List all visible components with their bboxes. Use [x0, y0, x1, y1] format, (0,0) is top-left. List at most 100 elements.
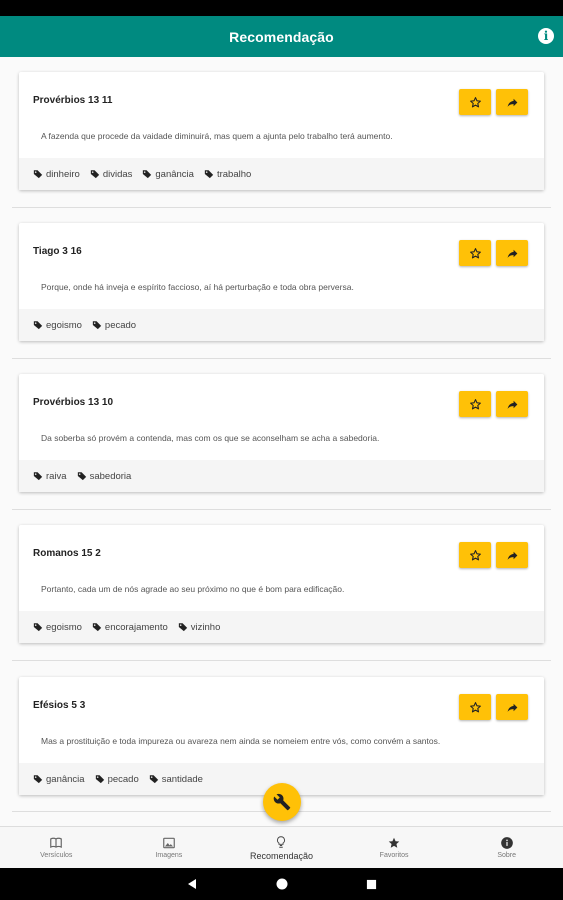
verse-card: Tiago 3 16 Porque, onde há inveja e espí…: [19, 223, 544, 341]
favorite-button[interactable]: [459, 391, 491, 417]
share-arrow-icon: [507, 551, 517, 560]
nav-item-imagens[interactable]: Imagens: [113, 827, 226, 868]
tag-icon: [92, 623, 102, 632]
nav-label: Favoritos: [379, 852, 409, 859]
share-button[interactable]: [496, 391, 528, 417]
tag-list: egoismo pecado: [19, 309, 544, 341]
tag-chip[interactable]: trabalho: [204, 169, 251, 180]
tag-list: egoismo encorajamento vizinho: [19, 611, 544, 643]
share-button[interactable]: [496, 89, 528, 115]
tag-label: egoismo: [46, 319, 82, 331]
system-navigation-bar: [0, 868, 563, 900]
verse-text: Porque, onde há inveja e espírito faccio…: [41, 282, 354, 292]
verse-card: Provérbios 13 11 A fazenda que procede d…: [19, 72, 544, 190]
favorite-button[interactable]: [459, 542, 491, 568]
verse-text: Da soberba só provém a contenda, mas com…: [41, 433, 380, 443]
nav-label: Recomendação: [249, 850, 313, 861]
nav-label: Imagens: [155, 852, 183, 859]
tag-chip[interactable]: pecado: [95, 774, 139, 785]
tag-chip[interactable]: vizinho: [178, 622, 220, 633]
tag-label: pecado: [104, 319, 137, 331]
share-button[interactable]: [496, 240, 528, 266]
nav-item-recomendacao[interactable]: Recomendação: [225, 827, 338, 868]
tag-list: raiva sabedoria: [19, 460, 544, 492]
divider: [12, 358, 551, 359]
share-button[interactable]: [496, 694, 528, 720]
verse-text: A fazenda que procede da vaidade diminui…: [41, 131, 393, 141]
nav-item-versiculos[interactable]: Versículos: [0, 827, 113, 868]
tag-label: pecado: [107, 773, 139, 785]
favorite-button[interactable]: [459, 89, 491, 115]
page-title: Recomendação: [229, 28, 334, 45]
info-icon[interactable]: i: [538, 28, 554, 44]
tag-label: ganância: [155, 168, 194, 180]
tag-icon: [149, 775, 158, 784]
tag-chip[interactable]: ganância: [33, 774, 85, 785]
tag-icon: [143, 170, 152, 179]
share-arrow-icon: [507, 703, 517, 712]
tag-icon: [33, 170, 43, 179]
verse-card: Efésios 5 3 Mas a prostituição e toda im…: [19, 677, 544, 795]
tag-chip[interactable]: encorajamento: [92, 622, 168, 633]
tag-label: ganância: [46, 773, 85, 785]
tag-icon: [90, 170, 99, 179]
tag-list: dinheiro dividas ganância trabalho: [19, 158, 544, 190]
share-button[interactable]: [496, 542, 528, 568]
nav-label: Sobre: [497, 852, 517, 859]
nav-item-favoritos[interactable]: Favoritos: [338, 827, 451, 868]
verse-reference: Provérbios 13 10: [33, 397, 114, 408]
divider: [12, 660, 551, 661]
tag-icon: [33, 775, 43, 784]
star-outline-icon: [469, 96, 481, 107]
tag-icon: [33, 472, 43, 481]
verse-card: Provérbios 13 10 Da soberba só provém a …: [19, 374, 544, 492]
verse-reference: Tiago 3 16: [33, 246, 82, 257]
info-icon: [500, 837, 513, 849]
tag-chip[interactable]: pecado: [92, 320, 136, 331]
tag-label: egoismo: [46, 621, 82, 633]
tag-label: sabedoria: [89, 470, 132, 482]
tag-label: dividas: [102, 168, 133, 180]
verse-reference: Efésios 5 3: [33, 700, 86, 711]
bottom-navigation: Versículos Imagens Recomendação Favorito…: [0, 826, 563, 868]
tag-icon: [204, 170, 214, 179]
tag-chip[interactable]: dividas: [90, 168, 133, 180]
verse-text: Mas a prostituição e toda impureza ou av…: [41, 736, 441, 746]
tag-chip[interactable]: dinheiro: [33, 169, 80, 180]
tag-label: raiva: [46, 470, 67, 482]
recents-icon[interactable]: [366, 879, 377, 890]
nav-item-sobre[interactable]: Sobre: [450, 827, 563, 868]
star-outline-icon: [469, 247, 481, 258]
app-bar: Recomendação i: [0, 16, 563, 57]
share-arrow-icon: [507, 400, 517, 409]
tag-label: dinheiro: [46, 168, 80, 180]
tag-chip[interactable]: egoismo: [33, 320, 82, 331]
tag-label: encorajamento: [104, 621, 168, 633]
tag-chip[interactable]: sabedoria: [77, 470, 132, 482]
verse-text: Portanto, cada um de nós agrade ao seu p…: [41, 584, 345, 594]
tag-icon: [95, 775, 104, 784]
verse-reference: Romanos 15 2: [33, 548, 101, 559]
share-arrow-icon: [507, 249, 517, 258]
star-outline-icon: [469, 701, 481, 712]
tag-icon: [33, 321, 43, 330]
back-icon[interactable]: [186, 878, 198, 890]
tag-chip[interactable]: egoismo: [33, 622, 82, 633]
recommendation-list[interactable]: Provérbios 13 11 A fazenda que procede d…: [0, 57, 563, 826]
tag-chip[interactable]: raiva: [33, 471, 67, 482]
wrench-icon: [273, 793, 291, 811]
favorite-button[interactable]: [459, 694, 491, 720]
tag-icon: [33, 623, 43, 632]
share-arrow-icon: [507, 98, 517, 107]
verse-card: Romanos 15 2 Portanto, cada um de nós ag…: [19, 525, 544, 643]
tag-icon: [77, 472, 86, 481]
favorite-button[interactable]: [459, 240, 491, 266]
book-icon: [50, 837, 63, 849]
tag-chip[interactable]: ganância: [142, 169, 194, 180]
home-icon[interactable]: [276, 878, 288, 890]
tag-chip[interactable]: santidade: [149, 774, 203, 785]
tag-icon: [92, 321, 102, 330]
tools-fab[interactable]: [263, 783, 301, 821]
divider: [12, 509, 551, 510]
star-icon: [388, 837, 400, 848]
